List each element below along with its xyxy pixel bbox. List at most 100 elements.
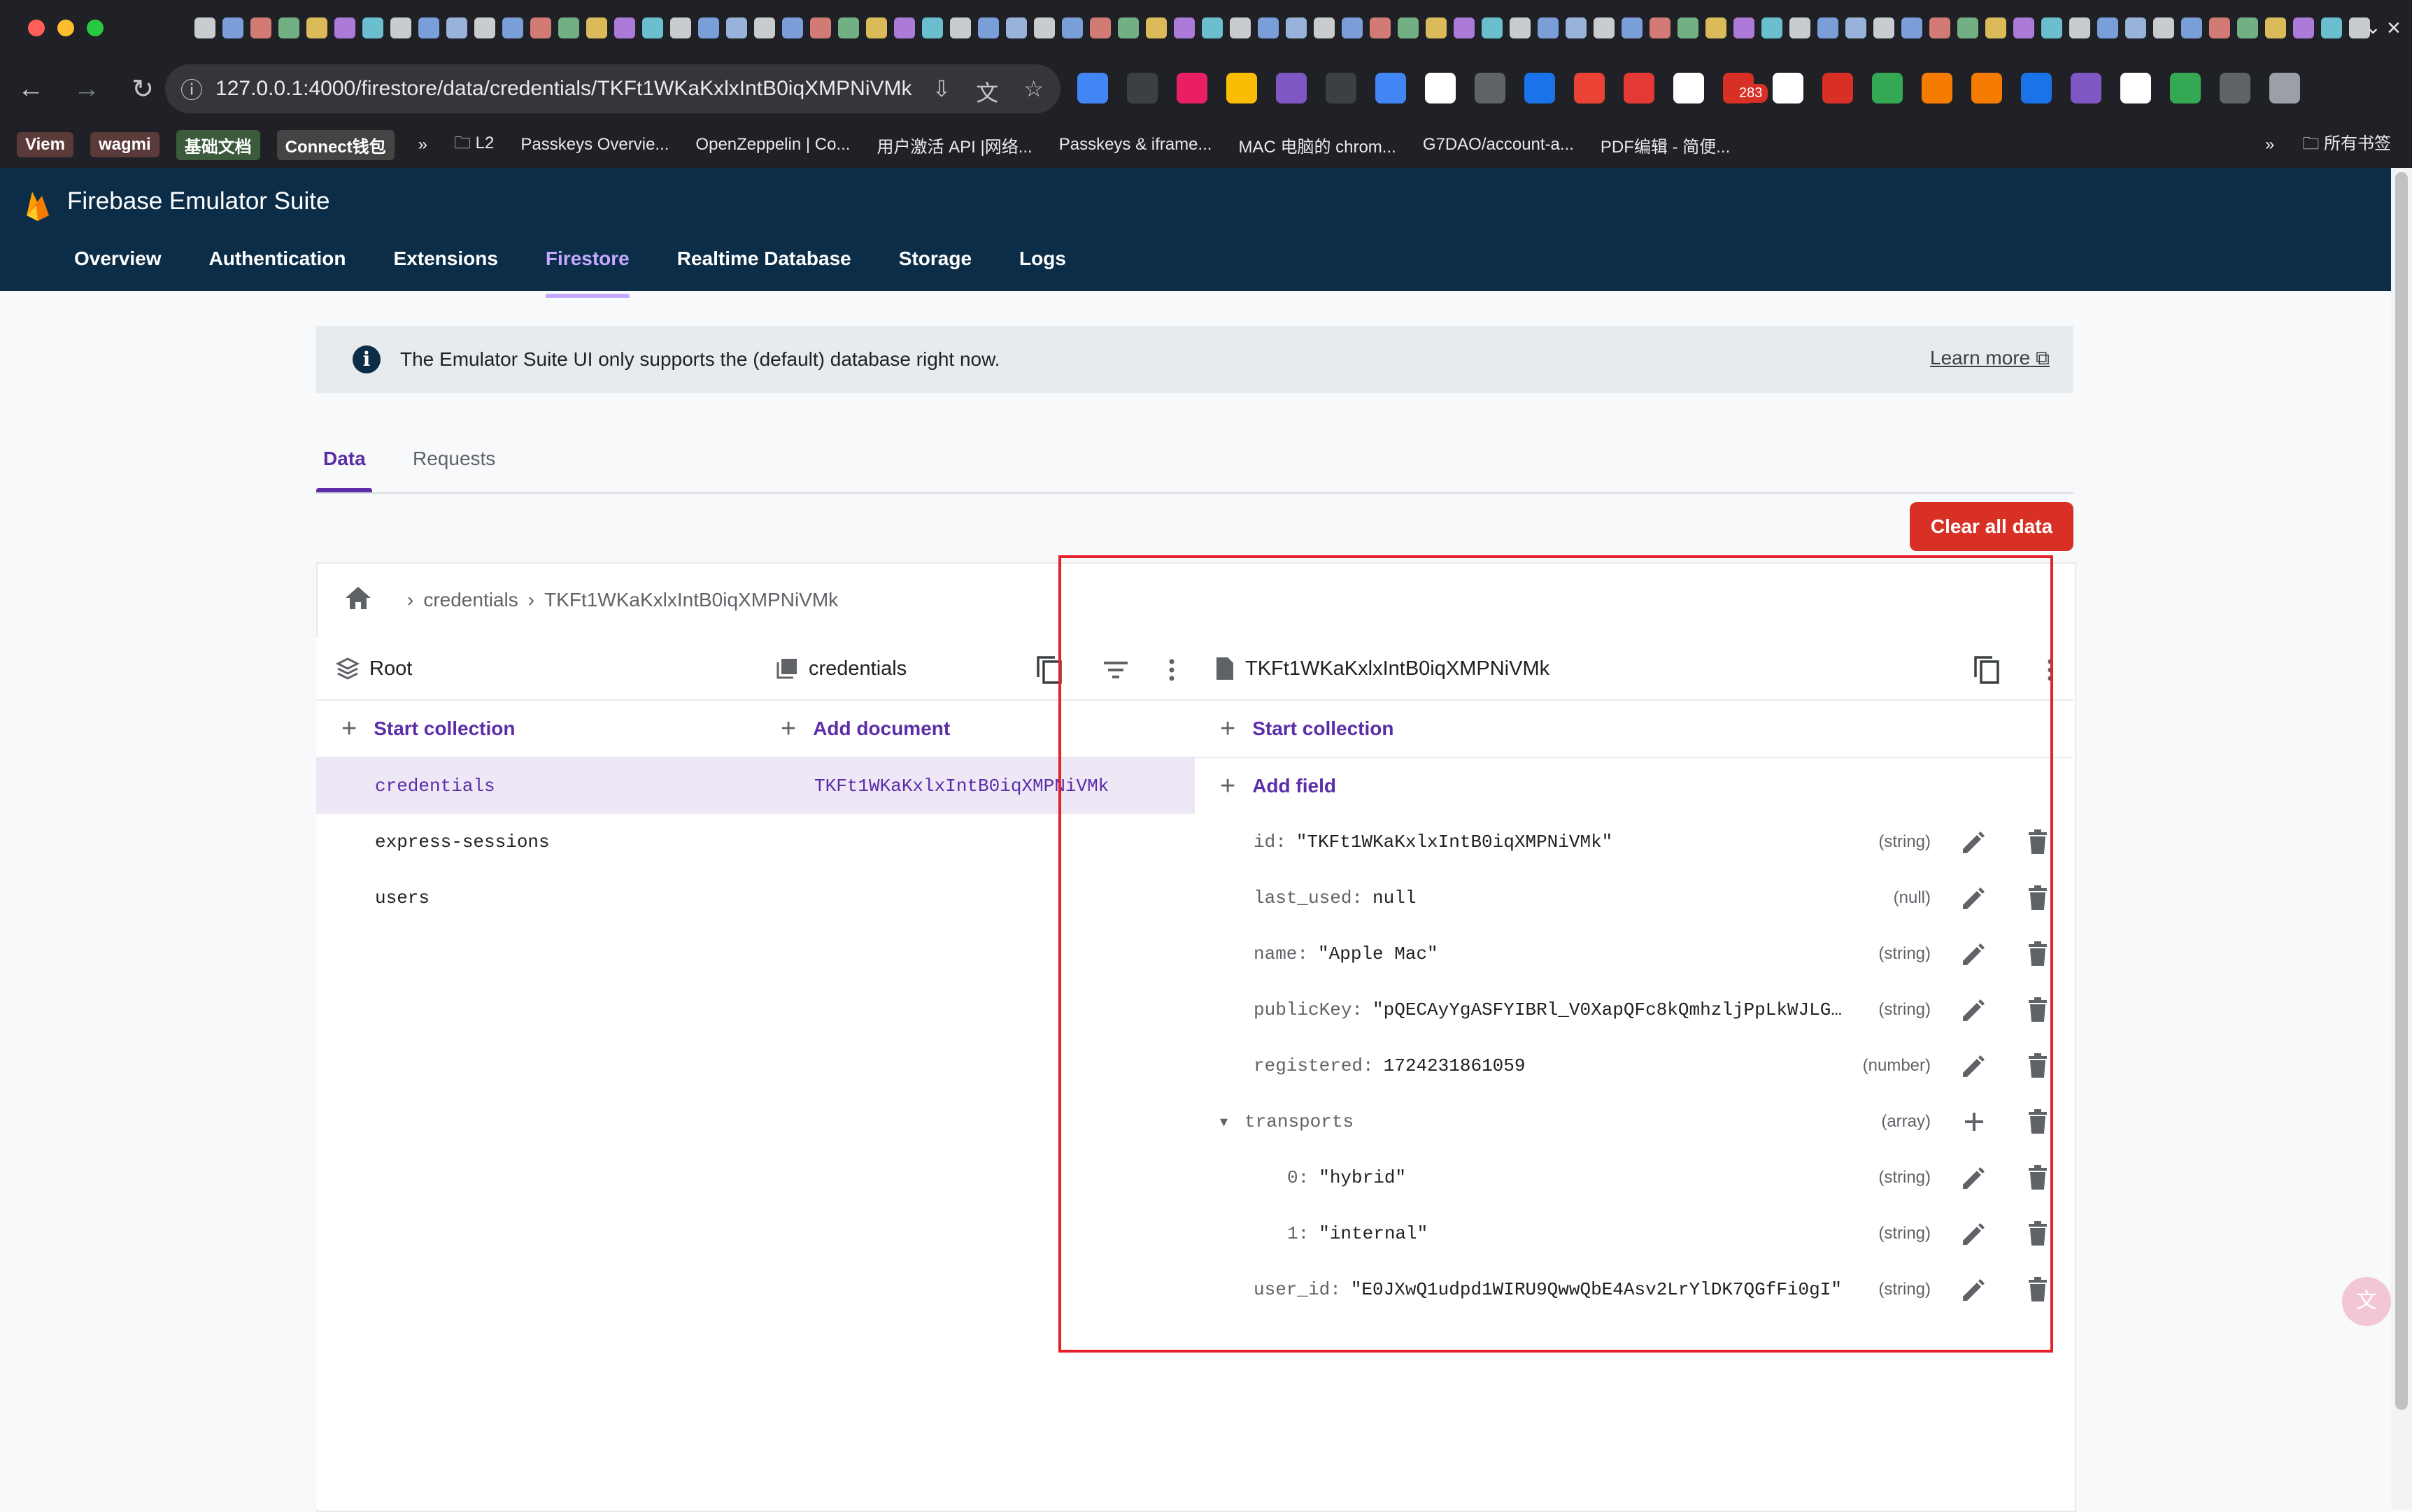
all-bookmarks-button[interactable]: 🗀 所有书签 xyxy=(2302,129,2391,160)
pinned-tab-icon[interactable] xyxy=(698,17,719,38)
pinned-tab-icon[interactable] xyxy=(1677,17,1698,38)
pinned-tab-icon[interactable] xyxy=(1258,17,1279,38)
extension-icon[interactable] xyxy=(2120,73,2151,104)
extension-icon[interactable] xyxy=(1425,73,1456,104)
pinned-tab-icon[interactable] xyxy=(558,17,579,38)
pinned-tab-icon[interactable] xyxy=(2125,17,2146,38)
bookmarks-overflow-left[interactable]: » xyxy=(418,135,427,155)
site-info-icon[interactable]: ⓘ xyxy=(180,73,203,105)
back-button[interactable]: ← xyxy=(10,74,52,104)
pinned-tab-icon[interactable] xyxy=(2293,17,2314,38)
bookmark-star-icon[interactable]: ☆ xyxy=(1023,76,1044,108)
tab-requests[interactable]: Requests xyxy=(413,448,495,470)
extension-icon[interactable] xyxy=(1773,73,1803,104)
edit-pencil-icon[interactable] xyxy=(1960,943,1985,973)
nav-tab-firestore[interactable]: Firestore xyxy=(527,238,648,298)
add-array-item-icon[interactable] xyxy=(1963,1111,1985,1139)
delete-trash-icon[interactable] xyxy=(2027,1221,2048,1252)
address-bar[interactable]: ⓘ 127.0.0.1:4000/firestore/data/credenti… xyxy=(165,64,1060,113)
pinned-tab-icon[interactable] xyxy=(2265,17,2286,38)
bookmark-folder-l2[interactable]: 🗀 L2 xyxy=(454,131,494,159)
install-app-icon[interactable]: ⇩ xyxy=(932,76,951,108)
pinned-tab-icon[interactable] xyxy=(670,17,691,38)
translate-icon[interactable]: 文 xyxy=(976,76,998,108)
pinned-tab-icon[interactable] xyxy=(1817,17,1838,38)
nav-tab-authentication[interactable]: Authentication xyxy=(191,238,364,298)
edit-pencil-icon[interactable] xyxy=(1960,1055,1985,1085)
edit-pencil-icon[interactable] xyxy=(1960,999,1985,1029)
pinned-tab-icon[interactable] xyxy=(1230,17,1251,38)
pinned-tab-icon[interactable] xyxy=(334,17,355,38)
nav-tab-overview[interactable]: Overview xyxy=(56,238,180,298)
extension-icon[interactable] xyxy=(1326,73,1356,104)
pinned-tab-icon[interactable] xyxy=(642,17,663,38)
page-scrollbar[interactable] xyxy=(2391,168,2412,1509)
pinned-tab-icon[interactable] xyxy=(530,17,551,38)
pinned-tab-icon[interactable] xyxy=(250,17,271,38)
pinned-tab-icon[interactable] xyxy=(1202,17,1223,38)
pinned-tab-icon[interactable] xyxy=(418,17,439,38)
pinned-tab-icon[interactable] xyxy=(1398,17,1419,38)
pinned-tab-icon[interactable] xyxy=(362,17,383,38)
pinned-tab-icon[interactable] xyxy=(1454,17,1475,38)
filter-icon[interactable] xyxy=(1102,659,1129,686)
pinned-tab-icon[interactable] xyxy=(1873,17,1894,38)
extension-icon[interactable] xyxy=(1276,73,1307,104)
field-row[interactable]: 0: "hybrid" (string) xyxy=(1195,1150,2073,1206)
field-row[interactable]: publicKey: "pQECAyYgASFYIBRl_V0XapQFc8kQm… xyxy=(1195,982,2073,1038)
home-icon[interactable] xyxy=(344,585,372,615)
pinned-tab-icon[interactable] xyxy=(754,17,775,38)
pinned-tab-icon[interactable] xyxy=(1034,17,1055,38)
delete-trash-icon[interactable] xyxy=(2027,885,2048,916)
maximize-window-button[interactable] xyxy=(87,20,104,36)
pinned-tab-icon[interactable] xyxy=(586,17,607,38)
field-row[interactable]: ▾ transports (array) xyxy=(1195,1094,2073,1150)
add-document-button[interactable]: + Add document xyxy=(755,701,1195,758)
copy-icon[interactable] xyxy=(1973,655,2001,691)
minimize-window-button[interactable] xyxy=(57,20,74,36)
delete-trash-icon[interactable] xyxy=(2027,1109,2048,1140)
url-text[interactable]: 127.0.0.1:4000/firestore/data/credential… xyxy=(215,77,911,101)
extension-icon[interactable] xyxy=(2071,73,2101,104)
pinned-tab-icon[interactable] xyxy=(1370,17,1391,38)
pinned-tab-icon[interactable] xyxy=(2321,17,2342,38)
extension-icon[interactable] xyxy=(1922,73,1952,104)
pinned-tab-icon[interactable] xyxy=(278,17,299,38)
extension-icon[interactable] xyxy=(1524,73,1555,104)
bookmark-chip[interactable]: wagmi xyxy=(90,132,159,157)
bookmark-item[interactable]: MAC 电脑的 chrom... xyxy=(1238,133,1396,157)
pinned-tab-icon[interactable] xyxy=(2097,17,2118,38)
pinned-tab-icon[interactable] xyxy=(1426,17,1447,38)
pinned-tab-icon[interactable] xyxy=(2069,17,2090,38)
bookmarks-overflow-right[interactable]: » xyxy=(2265,135,2274,155)
extension-icon[interactable] xyxy=(2220,73,2250,104)
edit-pencil-icon[interactable] xyxy=(1960,1222,1985,1253)
collection-item-users[interactable]: users xyxy=(316,870,755,926)
extension-icon[interactable] xyxy=(1226,73,1257,104)
field-row[interactable]: id: "TKFt1WKaKxlxIntB0iqXMPNiVMk" (string) xyxy=(1195,814,2073,870)
edit-pencil-icon[interactable] xyxy=(1960,1278,1985,1309)
bookmark-item[interactable]: Passkeys & iframe... xyxy=(1059,135,1212,155)
pinned-tab-icon[interactable] xyxy=(1985,17,2006,38)
start-subcollection-button[interactable]: + Start collection xyxy=(1195,701,2073,758)
bookmark-item[interactable]: OpenZeppelin | Co... xyxy=(695,135,850,155)
pinned-tab-icon[interactable] xyxy=(474,17,495,38)
pinned-tab-icon[interactable] xyxy=(726,17,747,38)
pinned-tab-icon[interactable] xyxy=(2237,17,2258,38)
edit-pencil-icon[interactable] xyxy=(1960,887,1985,918)
bookmark-item[interactable]: 用户激活 API |网络... xyxy=(877,133,1032,157)
pinned-tab-icon[interactable] xyxy=(1090,17,1111,38)
translate-float-icon[interactable]: 文 xyxy=(2342,1277,2391,1326)
start-collection-button[interactable]: + Start collection xyxy=(316,701,755,758)
field-row[interactable]: name: "Apple Mac" (string) xyxy=(1195,926,2073,982)
field-row[interactable]: user_id: "E0JXwQ1udpd1WIRU9QwwQbE4Asv2LrY… xyxy=(1195,1262,2073,1318)
clear-all-data-button[interactable]: Clear all data xyxy=(1910,502,2073,551)
pinned-tab-icon[interactable] xyxy=(446,17,467,38)
close-tab-icon[interactable]: × xyxy=(2387,15,2401,42)
pinned-tab-icon[interactable] xyxy=(894,17,915,38)
pinned-tab-icon[interactable] xyxy=(1957,17,1978,38)
edit-pencil-icon[interactable] xyxy=(1960,1167,1985,1197)
pinned-tab-icon[interactable] xyxy=(978,17,999,38)
extension-icon[interactable] xyxy=(1574,73,1605,104)
extension-icon[interactable] xyxy=(1475,73,1505,104)
